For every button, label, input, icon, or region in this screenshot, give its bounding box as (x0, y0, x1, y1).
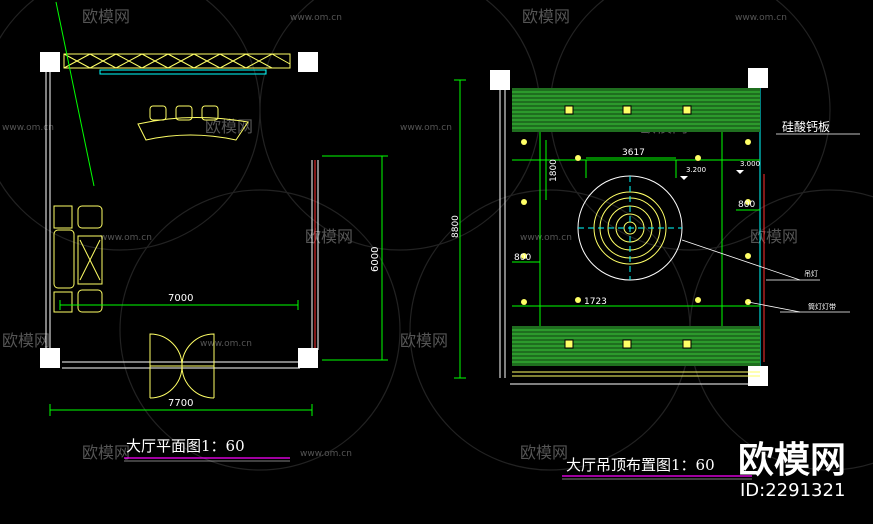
floor-plan-walls (45, 62, 319, 369)
column (748, 68, 768, 88)
dim-outer-width: 7700 (168, 398, 193, 409)
top-cabinet-base (99, 69, 267, 75)
column (298, 52, 318, 72)
dim-inner-width: 7000 (168, 293, 193, 304)
dim-left-offset: 1800 (549, 159, 559, 182)
diagonal-guide (55, 1, 95, 187)
watermark-site: www.om.cn (735, 13, 787, 23)
watermark-site: www.om.cn (520, 233, 572, 243)
label-downlight: 筒灯灯带 (808, 302, 836, 311)
top-cabinet (63, 53, 291, 69)
dim-right-offset: 800 (738, 200, 755, 210)
column (40, 52, 60, 72)
floor-plan-dim-text: 7000 7700 6000 (168, 247, 381, 409)
column (40, 348, 60, 368)
watermark-brand: 欧模网 (2, 331, 50, 350)
floor-plan-title: 大厅平面图1：60 (126, 437, 245, 455)
sofa-set (53, 205, 103, 313)
ceiling-plan: 8800 3617 1800 800 800 1723 3.200 3.000 … (451, 68, 860, 480)
label-chandelier: 吊灯 (804, 269, 818, 278)
column (490, 70, 510, 90)
watermark-site: www.om.cn (300, 449, 352, 459)
band-lights (564, 105, 692, 349)
dim-light-spacing: 1723 (584, 297, 607, 307)
ceiling-band-top (512, 88, 760, 132)
id-label: ID:2291321 (740, 480, 845, 501)
watermark-brand: 欧模网 (400, 331, 448, 350)
watermark-brand: 欧模网 (520, 443, 568, 462)
watermark-site: www.om.cn (100, 233, 152, 243)
dim-overall-height: 8800 (451, 215, 461, 238)
dim-side-offset: 800 (514, 253, 531, 263)
cad-drawing-canvas: 欧模网 www.om.cn 欧模网 www.om.cn www.om.cn 欧模… (0, 0, 873, 501)
ceiling-band-bottom (512, 326, 760, 366)
watermark-site: www.om.cn (200, 339, 252, 349)
watermark-brand: 欧模网 (750, 227, 798, 246)
ceiling-plan-title: 大厅吊顶布置图1：60 (566, 456, 715, 474)
elev-marker-b: 3.000 (740, 160, 760, 168)
dim-ring-width: 3617 (622, 148, 645, 158)
ceiling-dim-text: 8800 3617 1800 800 800 1723 3.200 3.000 (451, 148, 760, 307)
leader-lines (681, 133, 860, 313)
watermark-text-layer: 欧模网 www.om.cn 欧模网 www.om.cn www.om.cn 欧模… (2, 7, 798, 462)
watermark-brand: 欧模网 (82, 7, 130, 26)
dim-depth: 6000 (370, 247, 381, 272)
watermark-site: www.om.cn (400, 123, 452, 133)
label-material: 硅酸钙板 (782, 119, 830, 134)
elev-marker-a: 3.200 (686, 166, 706, 174)
column (298, 348, 318, 368)
floor-plan-dimensions (49, 155, 388, 416)
brand-logo-text: 欧模网 (738, 440, 846, 481)
central-dome (577, 175, 683, 281)
watermark-site: www.om.cn (290, 13, 342, 23)
watermark-brand: 欧模网 (82, 443, 130, 462)
watermark-brand: 欧模网 (522, 7, 570, 26)
ceiling-labels: 硅酸钙板 吊灯 筒灯灯带 (782, 119, 836, 311)
